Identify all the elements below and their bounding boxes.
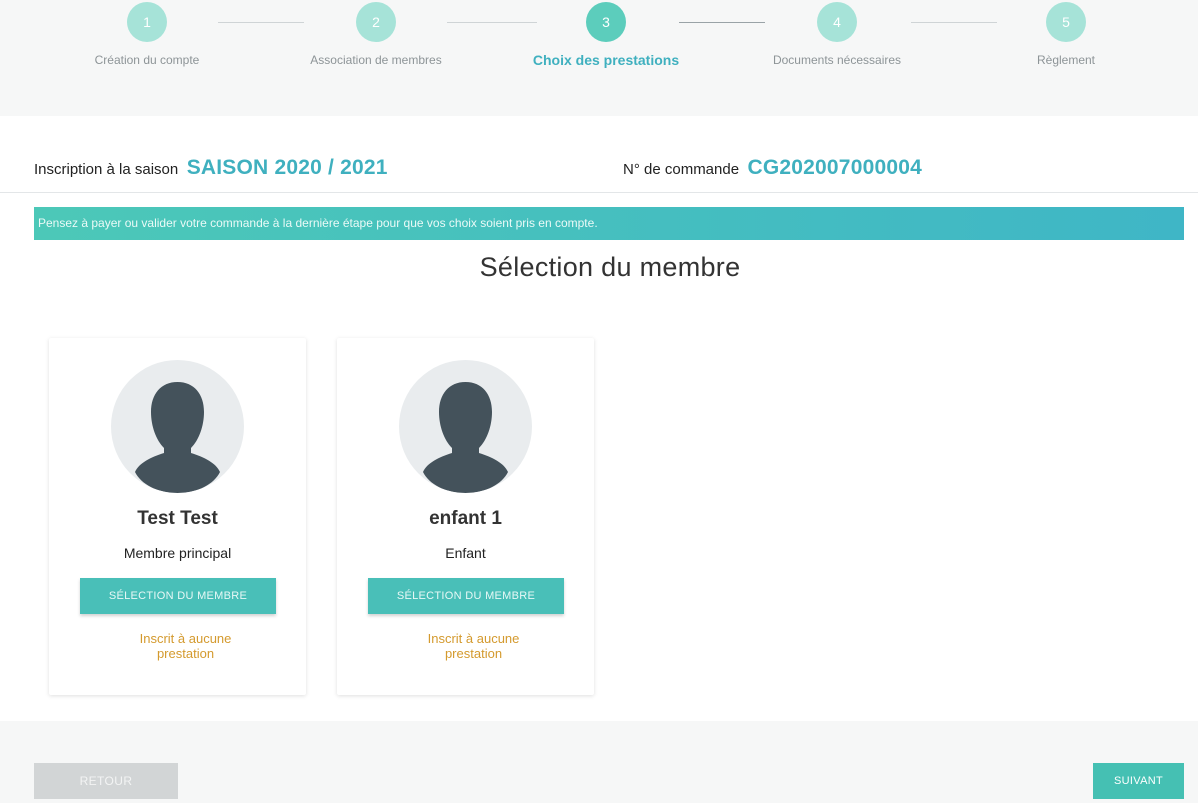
step-connector — [447, 22, 537, 23]
member-card: enfant 1 Enfant SÉLECTION DU MEMBRE Insc… — [337, 338, 594, 695]
user-silhouette-icon — [111, 360, 244, 493]
step-number: 4 — [817, 2, 857, 42]
season-info: Inscription à la saison SAISON 2020 / 20… — [34, 156, 388, 180]
registration-status: Inscrit à aucune prestation — [139, 631, 232, 661]
step-connector — [679, 22, 765, 23]
page-title: Sélection du membre — [479, 252, 741, 282]
step-label: Choix des prestations — [532, 52, 680, 68]
season-value: SAISON 2020 / 2021 — [186, 156, 388, 179]
step-label: Documents nécessaires — [772, 53, 902, 67]
step-label: Association de membres — [310, 53, 442, 67]
user-silhouette-icon — [399, 360, 532, 493]
next-button[interactable]: SUIVANT — [1093, 763, 1184, 799]
registration-status: Inscrit à aucune prestation — [427, 631, 520, 661]
season-prefix: Inscription à la saison — [34, 161, 179, 178]
step-connector — [911, 22, 997, 23]
select-member-button[interactable]: SÉLECTION DU MEMBRE — [368, 578, 564, 614]
order-prefix: N° de commande — [623, 161, 740, 178]
order-info-row: Inscription à la saison SAISON 2020 / 20… — [0, 156, 1198, 193]
member-name: Test Test — [137, 508, 218, 529]
step-number: 1 — [127, 2, 167, 42]
member-name: enfant 1 — [429, 508, 502, 529]
footer-bar: RETOUR SUIVANT — [0, 721, 1198, 803]
step-label: Règlement — [1036, 53, 1096, 67]
member-role: Enfant — [445, 545, 486, 561]
step-label: Création du compte — [94, 53, 200, 67]
member-card: Test Test Membre principal SÉLECTION DU … — [49, 338, 306, 695]
info-banner: Pensez à payer ou valider votre commande… — [34, 207, 1184, 240]
order-number: CG202007000004 — [747, 156, 922, 179]
order-info: N° de commande CG202007000004 — [623, 156, 922, 180]
progress-stepper: 1 Création du compte 2 Association de me… — [0, 0, 1198, 116]
back-button[interactable]: RETOUR — [34, 763, 178, 799]
step-number: 5 — [1046, 2, 1086, 42]
step-connector — [218, 22, 304, 23]
select-member-button[interactable]: SÉLECTION DU MEMBRE — [80, 578, 276, 614]
step-number: 2 — [356, 2, 396, 42]
step-number: 3 — [586, 2, 626, 42]
member-role: Membre principal — [123, 545, 232, 561]
